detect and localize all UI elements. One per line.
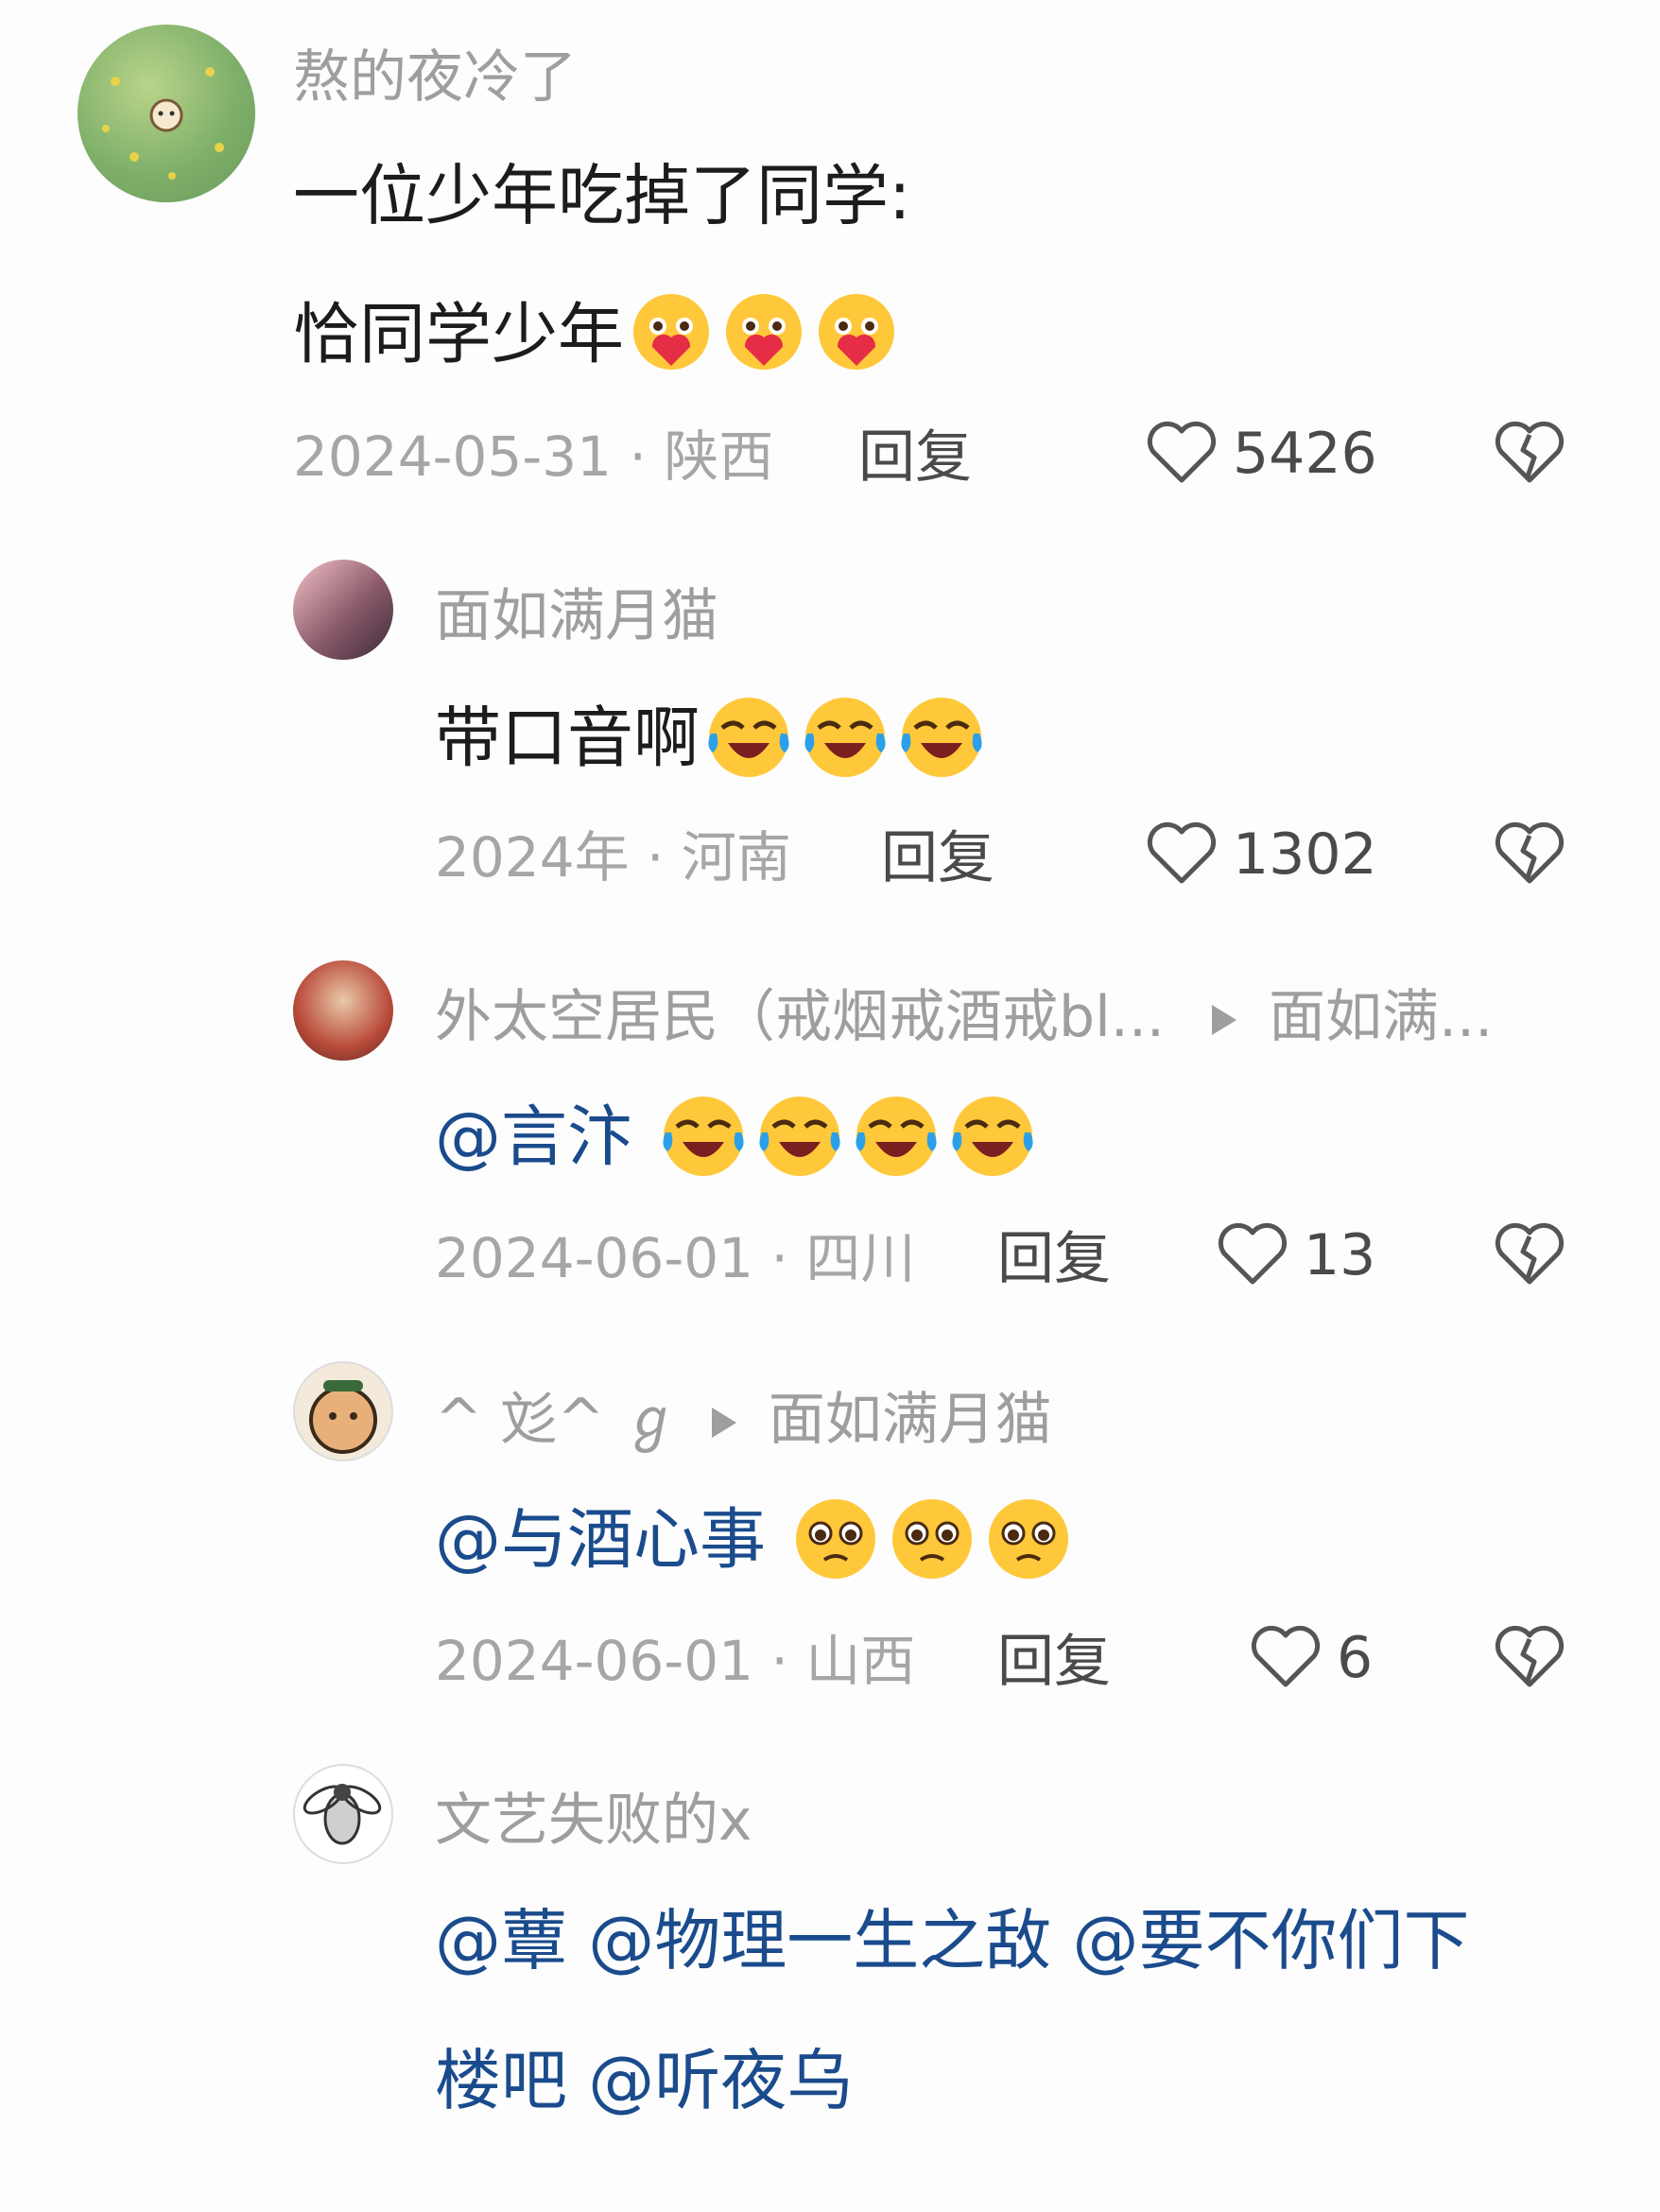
reply-target: 面如满月猫 [768,1387,1052,1453]
comment-text-line2: 楼吧 @听夜乌 [435,2042,854,2119]
timestamp-location: 2024-05-31 · 陕西 [293,424,774,489]
heart-hands-emoji-icon [718,288,809,389]
like-count: 5426 [1233,421,1377,487]
avatar[interactable] [293,960,393,1061]
comment-text-line2: 恰同学少年 [293,288,902,389]
reply-button[interactable]: 回复 [997,1231,1111,1287]
username-with-reply-target[interactable]: ^ 彣^ ℊ 面如满月猫 [435,1391,1052,1448]
dislike-button[interactable] [1492,1622,1567,1694]
avatar[interactable] [293,1361,393,1461]
dislike-button[interactable] [1492,819,1567,890]
heart-outline-icon [1144,819,1219,890]
pleading-face-emoji-icon [981,1492,1076,1597]
username-with-reply-target[interactable]: 外太空居民（戒烟戒酒戒bl... 面如满... [435,989,1493,1046]
avatar[interactable] [78,25,255,202]
like-button[interactable]: 1302 [1144,819,1377,890]
broken-heart-icon [1492,1625,1567,1694]
broken-heart-icon [1492,821,1567,890]
laughing-crying-emoji-icon [849,1089,943,1194]
reply-button[interactable]: 回复 [997,1633,1111,1690]
like-button[interactable]: 5426 [1144,418,1377,490]
username[interactable]: 文艺失败的x [435,1792,752,1849]
comment-text: @与酒心事 [435,1492,1076,1597]
timestamp-location: 2024-06-01 · 四川 [435,1226,916,1290]
comment-text: @蕈 @物理一生之敌 @要不你们下 [435,1902,1470,1979]
broken-heart-icon [1492,421,1567,490]
avatar[interactable] [293,1764,393,1864]
like-count: 13 [1304,1222,1376,1288]
avatar[interactable] [293,560,393,660]
broken-heart-icon [1492,1222,1567,1291]
laughing-crying-emoji-icon [798,690,892,795]
heart-outline-icon [1144,418,1219,490]
username[interactable]: 熬的夜冷了 [293,49,577,106]
reply-button[interactable]: 回复 [881,830,994,887]
laughing-crying-emoji-icon [894,690,989,795]
timestamp-location: 2024年 · 河南 [435,825,791,890]
reply-target: 面如满... [1268,984,1494,1050]
reply-button[interactable]: 回复 [858,429,972,486]
comment-text: @言汴 [435,1089,1040,1194]
heart-outline-icon [1248,1622,1323,1694]
laughing-crying-emoji-icon [701,690,796,795]
laughing-crying-emoji-icon [945,1089,1040,1194]
comment-text: 带口音啊 [435,690,989,795]
pleading-face-emoji-icon [788,1492,883,1597]
dislike-button[interactable] [1492,418,1567,490]
laughing-crying-emoji-icon [656,1089,751,1194]
laughing-crying-emoji-icon [752,1089,847,1194]
heart-hands-emoji-icon [811,288,902,389]
username[interactable]: 面如满月猫 [435,588,718,645]
like-button[interactable]: 6 [1248,1622,1373,1694]
play-arrow-icon [1211,1005,1236,1036]
pleading-face-emoji-icon [885,1492,979,1597]
heart-hands-emoji-icon [626,288,717,389]
play-arrow-icon [711,1408,736,1439]
like-count: 6 [1337,1625,1374,1691]
heart-outline-icon [1215,1219,1290,1291]
like-count: 1302 [1233,821,1377,888]
dislike-button[interactable] [1492,1219,1567,1291]
like-button[interactable]: 13 [1215,1219,1375,1291]
timestamp-location: 2024-06-01 · 山西 [435,1629,916,1693]
comment-text: 一位少年吃掉了同学: [293,157,911,234]
